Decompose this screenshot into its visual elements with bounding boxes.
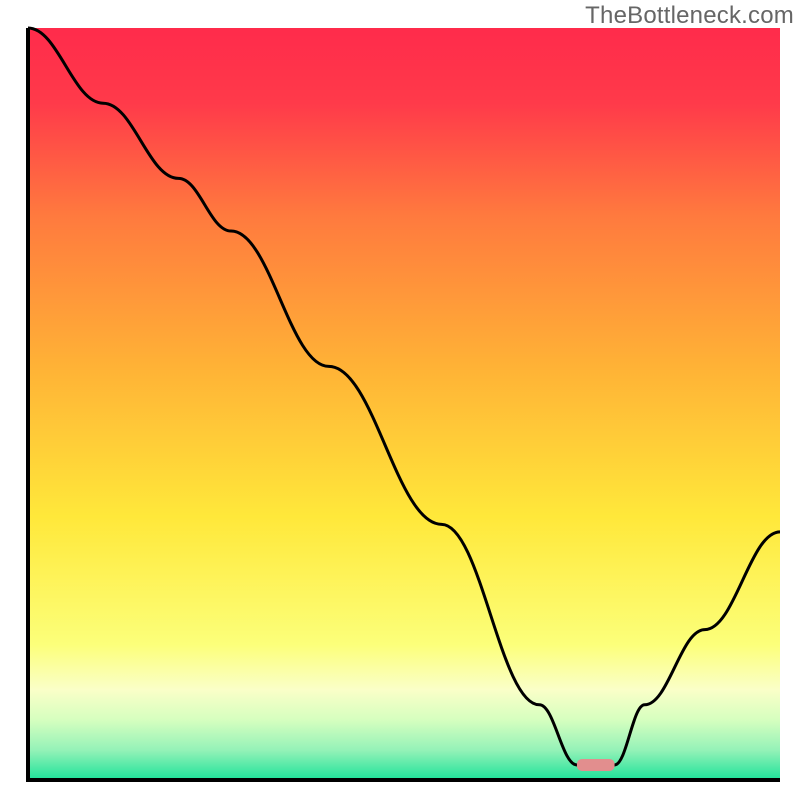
watermark-text: TheBottleneck.com	[585, 2, 794, 30]
chart-svg	[0, 0, 800, 800]
optimal-marker	[577, 759, 615, 771]
chart-container: TheBottleneck.com	[0, 0, 800, 800]
